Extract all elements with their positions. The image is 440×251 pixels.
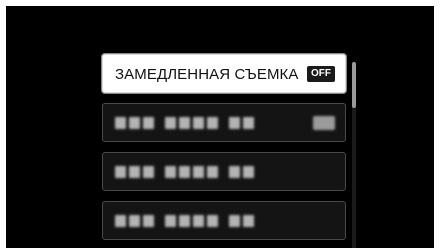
- blurred-value: [313, 116, 335, 130]
- scrollbar-thumb[interactable]: [352, 62, 356, 108]
- menu-scrollbar[interactable]: [352, 62, 356, 248]
- blurred-label: [115, 215, 254, 227]
- blurred-label: [115, 166, 254, 178]
- menu-item-slow-motion[interactable]: ЗАМЕДЛЕННАЯ СЪЕМКА OFF: [102, 54, 346, 93]
- menu-item-blurred-2[interactable]: [102, 152, 346, 191]
- menu-item-blurred-1[interactable]: [102, 103, 346, 142]
- off-status-badge: OFF: [307, 66, 335, 82]
- menu-item-blurred-3[interactable]: [102, 201, 346, 240]
- menu-item-label: ЗАМЕДЛЕННАЯ СЪЕМКА: [115, 66, 299, 83]
- camera-menu-screen: ЗАМЕДЛЕННАЯ СЪЕМКА OFF: [6, 6, 434, 248]
- blurred-label: [115, 117, 254, 129]
